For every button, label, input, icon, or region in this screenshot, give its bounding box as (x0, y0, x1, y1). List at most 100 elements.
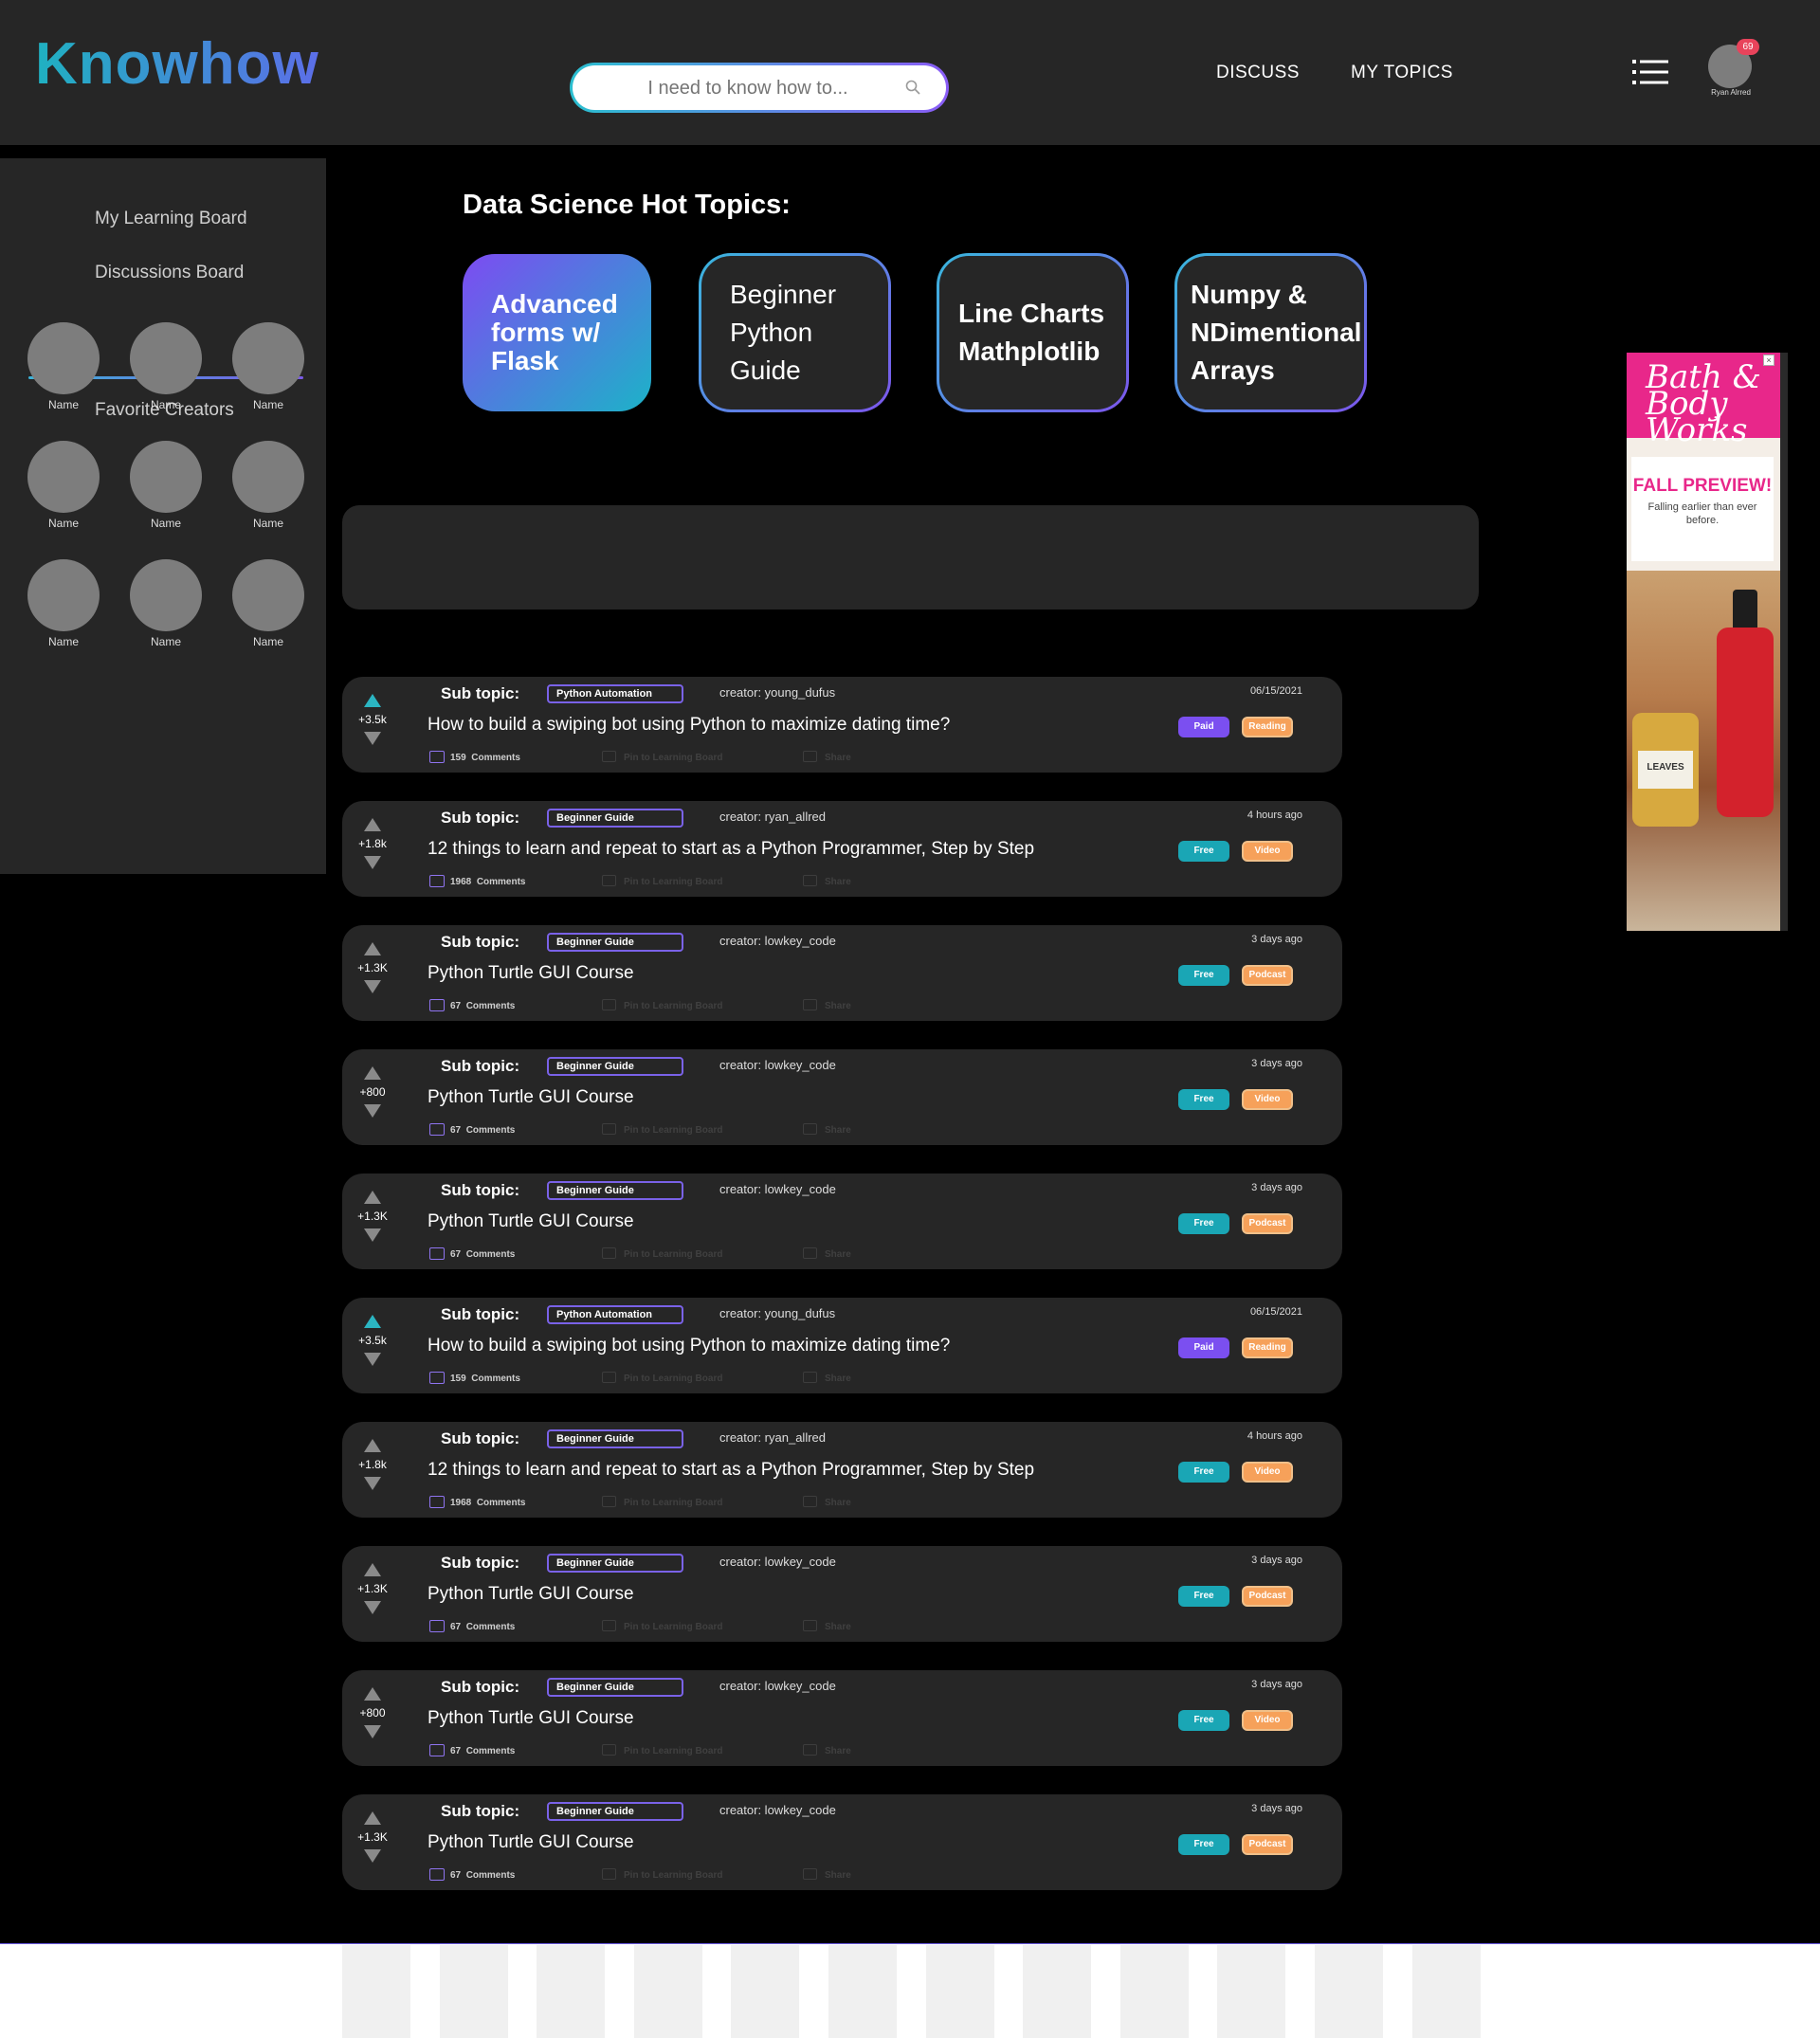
post-creator[interactable]: creator: ryan_allred (719, 810, 826, 824)
pin-button[interactable]: Pin to Learning Board (602, 1247, 722, 1260)
creator-avatar[interactable] (232, 559, 304, 631)
comments-link[interactable]: 67 Comments (429, 1620, 515, 1632)
post-title[interactable]: Python Turtle GUI Course (428, 963, 634, 984)
downvote-icon[interactable] (364, 1477, 381, 1490)
pin-button[interactable]: Pin to Learning Board (602, 875, 722, 887)
post-title[interactable]: 12 things to learn and repeat to start a… (428, 1460, 1034, 1481)
post-creator[interactable]: creator: ryan_allred (719, 1430, 826, 1445)
post-title[interactable]: 12 things to learn and repeat to start a… (428, 839, 1034, 860)
comments-link[interactable]: 67 Comments (429, 1247, 515, 1260)
upvote-icon[interactable] (364, 1191, 381, 1204)
hot-topic-flask[interactable]: Advanced forms w/ Flask (463, 254, 651, 411)
post-card[interactable]: +3.5k Sub topic: Python Automation creator:… (342, 677, 1342, 773)
share-button[interactable]: Share (803, 1868, 851, 1881)
share-button[interactable]: Share (803, 1247, 851, 1260)
favorite-creator[interactable]: Name (129, 441, 203, 530)
post-card[interactable]: +1.3K Sub topic: Beginner Guide creator: lo… (342, 1794, 1342, 1890)
subtopic-tag[interactable]: Beginner Guide (547, 1429, 683, 1448)
pin-button[interactable]: Pin to Learning Board (602, 1620, 722, 1632)
subtopic-tag[interactable]: Python Automation (547, 1305, 683, 1324)
share-button[interactable]: Share (803, 875, 851, 887)
hot-topic-beginner-python[interactable]: Beginner Python Guide (699, 253, 891, 412)
subtopic-tag[interactable]: Beginner Guide (547, 1678, 683, 1697)
post-card[interactable]: +1.8k Sub topic: Beginner Guide creator: ry… (342, 801, 1342, 897)
pin-button[interactable]: Pin to Learning Board (602, 999, 722, 1011)
upvote-icon[interactable] (364, 1439, 381, 1452)
creator-avatar[interactable] (27, 559, 100, 631)
post-card[interactable]: +1.3K Sub topic: Beginner Guide creator: lo… (342, 925, 1342, 1021)
post-card[interactable]: +1.3K Sub topic: Beginner Guide creator: lo… (342, 1174, 1342, 1269)
downvote-icon[interactable] (364, 856, 381, 869)
creator-avatar[interactable] (130, 441, 202, 513)
pin-button[interactable]: Pin to Learning Board (602, 1868, 722, 1881)
post-creator[interactable]: creator: lowkey_code (719, 1679, 836, 1693)
pin-button[interactable]: Pin to Learning Board (602, 1496, 722, 1508)
post-title[interactable]: Python Turtle GUI Course (428, 1708, 634, 1729)
subtopic-tag[interactable]: Beginner Guide (547, 1554, 683, 1573)
comments-link[interactable]: 67 Comments (429, 1744, 515, 1756)
search-box[interactable] (570, 63, 949, 113)
pin-button[interactable]: Pin to Learning Board (602, 751, 722, 763)
upvote-icon[interactable] (364, 694, 381, 707)
nav-discuss[interactable]: DISCUSS (1216, 63, 1300, 83)
post-card[interactable]: +800 Sub topic: Beginner Guide creator: low… (342, 1670, 1342, 1766)
upvote-icon[interactable] (364, 1315, 381, 1328)
post-creator[interactable]: creator: young_dufus (719, 685, 835, 700)
favorite-creator[interactable]: Name (27, 559, 100, 648)
upvote-icon[interactable] (364, 1687, 381, 1701)
upvote-icon[interactable] (364, 942, 381, 955)
sidebar-item-learning-board[interactable]: My Learning Board (95, 209, 247, 229)
creator-avatar[interactable] (27, 322, 100, 394)
post-creator[interactable]: creator: young_dufus (719, 1306, 835, 1320)
post-title[interactable]: Python Turtle GUI Course (428, 1087, 634, 1108)
subtopic-tag[interactable]: Beginner Guide (547, 1057, 683, 1076)
ad-close-icon[interactable]: × (1763, 355, 1774, 366)
favorite-creator[interactable]: Name (231, 322, 305, 411)
comments-link[interactable]: 67 Comments (429, 1123, 515, 1136)
creator-avatar[interactable] (232, 322, 304, 394)
search-icon[interactable] (904, 79, 921, 96)
share-button[interactable]: Share (803, 999, 851, 1011)
creator-avatar[interactable] (130, 322, 202, 394)
upvote-icon[interactable] (364, 1811, 381, 1825)
post-title[interactable]: Python Turtle GUI Course (428, 1211, 634, 1232)
post-title[interactable]: How to build a swiping bot using Python … (428, 1336, 950, 1356)
favorite-creator[interactable]: Name (231, 441, 305, 530)
post-card[interactable]: +1.8k Sub topic: Beginner Guide creator: ry… (342, 1422, 1342, 1518)
share-button[interactable]: Share (803, 1496, 851, 1508)
comments-link[interactable]: 1968 Comments (429, 875, 526, 887)
nav-my-topics[interactable]: MY TOPICS (1351, 63, 1453, 83)
post-creator[interactable]: creator: lowkey_code (719, 934, 836, 948)
upvote-icon[interactable] (364, 1563, 381, 1576)
favorite-creator[interactable]: Name (27, 441, 100, 530)
sidebar-item-discussions-board[interactable]: Discussions Board (95, 263, 244, 283)
pin-button[interactable]: Pin to Learning Board (602, 1372, 722, 1384)
advertisement[interactable]: Bath & Body Works × FALL PREVIEW! Fallin… (1627, 353, 1788, 931)
downvote-icon[interactable] (364, 1849, 381, 1863)
downvote-icon[interactable] (364, 1104, 381, 1118)
downvote-icon[interactable] (364, 732, 381, 745)
downvote-icon[interactable] (364, 1353, 381, 1366)
subtopic-tag[interactable]: Beginner Guide (547, 1181, 683, 1200)
menu-icon[interactable] (1632, 59, 1668, 85)
post-title[interactable]: How to build a swiping bot using Python … (428, 715, 950, 736)
downvote-icon[interactable] (364, 1601, 381, 1614)
downvote-icon[interactable] (364, 1228, 381, 1242)
app-logo[interactable]: Knowhow (35, 30, 319, 98)
hot-topic-numpy[interactable]: Numpy & NDimentional Arrays (1174, 253, 1367, 412)
post-creator[interactable]: creator: lowkey_code (719, 1555, 836, 1569)
post-card[interactable]: +1.3K Sub topic: Beginner Guide creator: lo… (342, 1546, 1342, 1642)
share-button[interactable]: Share (803, 1372, 851, 1384)
post-card[interactable]: +3.5k Sub topic: Python Automation creator:… (342, 1298, 1342, 1393)
subtopic-tag[interactable]: Beginner Guide (547, 1802, 683, 1821)
pin-button[interactable]: Pin to Learning Board (602, 1744, 722, 1756)
comments-link[interactable]: 67 Comments (429, 1868, 515, 1881)
post-card[interactable]: +800 Sub topic: Beginner Guide creator: low… (342, 1049, 1342, 1145)
favorite-creator[interactable]: Name (231, 559, 305, 648)
post-creator[interactable]: creator: lowkey_code (719, 1803, 836, 1817)
pin-button[interactable]: Pin to Learning Board (602, 1123, 722, 1136)
favorite-creator[interactable]: Name (129, 322, 203, 411)
subtopic-tag[interactable]: Beginner Guide (547, 809, 683, 828)
subtopic-tag[interactable]: Beginner Guide (547, 933, 683, 952)
share-button[interactable]: Share (803, 751, 851, 763)
